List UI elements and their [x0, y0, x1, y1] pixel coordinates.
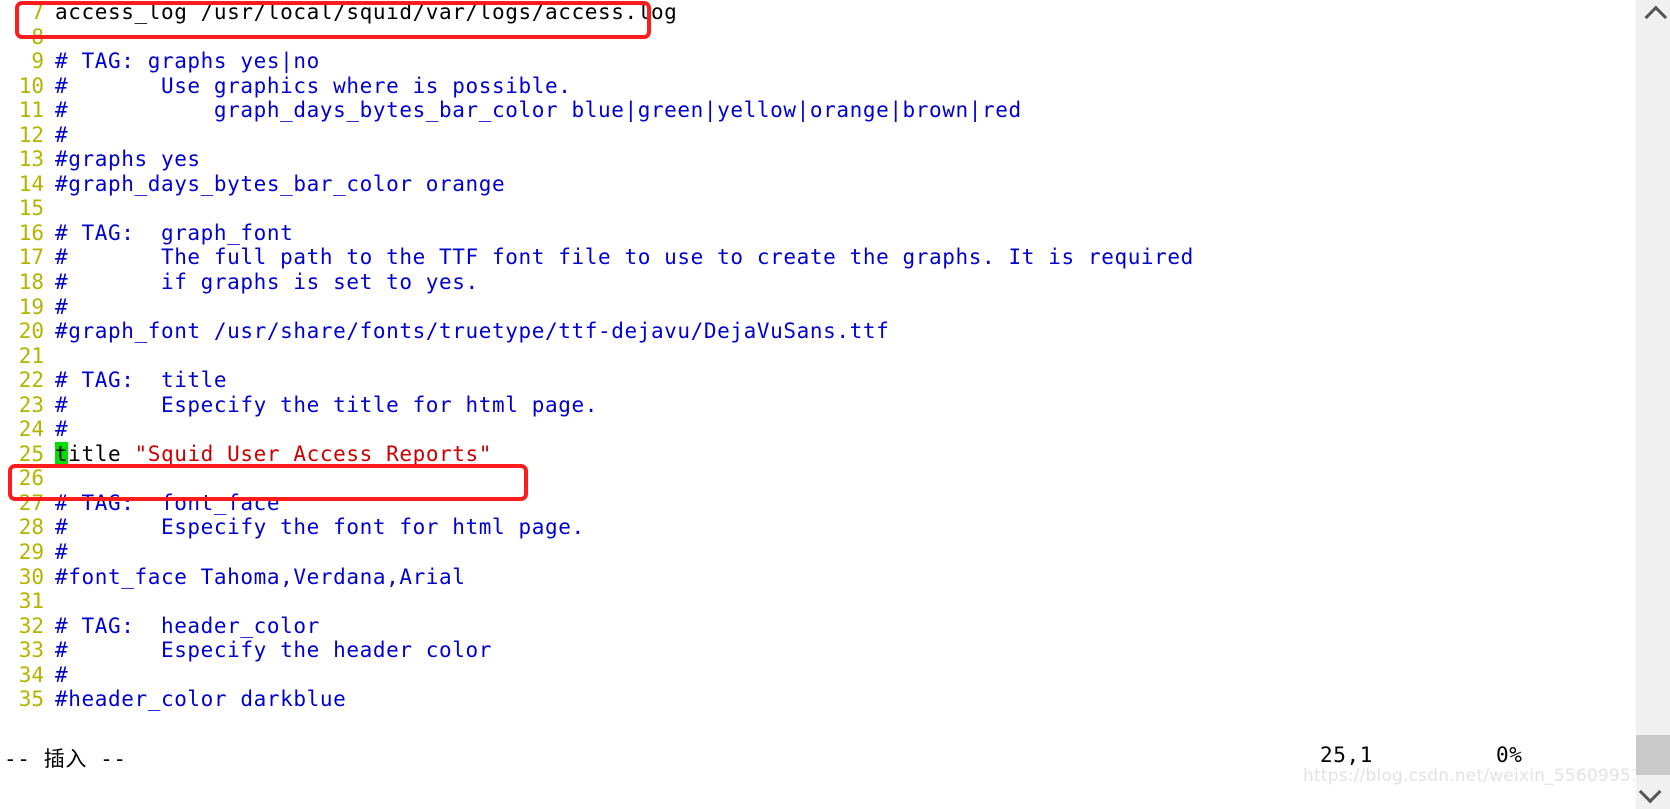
- line-number: 27: [18, 490, 44, 515]
- line-number: 16: [18, 220, 44, 245]
- code-line[interactable]: 24 #: [0, 417, 1636, 442]
- code-line[interactable]: 21: [0, 344, 1636, 369]
- editor-mode-indicator: -- 插入 --: [4, 747, 127, 771]
- code-line[interactable]: 26: [0, 466, 1636, 491]
- code-line[interactable]: 12 #: [0, 123, 1636, 148]
- line-content: #: [55, 662, 69, 687]
- line-number: 13: [18, 147, 44, 172]
- line-content: # TAG: graphs yes|no: [55, 49, 320, 74]
- line-content: # Especify the font for html page.: [55, 515, 585, 540]
- line-content: #graph_days_bytes_bar_color orange: [55, 171, 506, 196]
- cursor-position-indicator: 25,1: [1320, 743, 1373, 767]
- code-line[interactable]: 33 # Especify the header color: [0, 638, 1636, 663]
- line-content: #graph_font /usr/share/fonts/truetype/tt…: [55, 319, 890, 344]
- line-content: # Especify the title for html page.: [55, 392, 598, 417]
- line-content: # Especify the header color: [55, 638, 493, 663]
- code-line[interactable]: 15: [0, 196, 1636, 221]
- code-line[interactable]: 27 # TAG: font_face: [0, 491, 1636, 516]
- line-content: #graphs yes: [55, 147, 201, 172]
- line-number: 11: [18, 98, 44, 123]
- line-number: 15: [18, 196, 44, 221]
- code-line[interactable]: 19 #: [0, 295, 1636, 320]
- code-line-active[interactable]: 25 title "Squid User Access Reports": [0, 441, 1636, 467]
- code-line[interactable]: 22 # TAG: title: [0, 368, 1636, 393]
- line-number: 20: [18, 319, 44, 344]
- line-number: 9: [31, 49, 44, 74]
- chevron-down-icon[interactable]: [1636, 775, 1670, 809]
- line-number: 19: [18, 294, 44, 319]
- line-content: # TAG: font_face: [55, 490, 281, 515]
- line-number: 17: [18, 245, 44, 270]
- line-number: 22: [18, 368, 44, 393]
- line-number: 35: [18, 687, 44, 712]
- line-content: # TAG: title: [55, 368, 228, 393]
- code-line[interactable]: 8: [0, 25, 1636, 50]
- line-content: # The full path to the TTF font file to …: [55, 245, 1194, 270]
- line-content: # graph_days_bytes_bar_color blue|green|…: [55, 98, 1022, 123]
- config-keyword: itle: [68, 441, 135, 466]
- scrollbar-thumb[interactable]: [1636, 735, 1670, 775]
- line-content: # Use graphics where is possible.: [55, 73, 572, 98]
- code-line[interactable]: 11 # graph_days_bytes_bar_color blue|gre…: [0, 98, 1636, 123]
- line-content: #: [55, 417, 69, 442]
- line-content: # if graphs is set to yes.: [55, 270, 479, 295]
- line-number: 12: [18, 122, 44, 147]
- code-line[interactable]: 20 #graph_font /usr/share/fonts/truetype…: [0, 319, 1636, 344]
- code-line[interactable]: 9 # TAG: graphs yes|no: [0, 49, 1636, 74]
- line-content: # TAG: graph_font: [55, 220, 294, 245]
- code-line[interactable]: 16 # TAG: graph_font: [0, 221, 1636, 246]
- line-number: 26: [18, 466, 44, 491]
- code-line[interactable]: 18 # if graphs is set to yes.: [0, 270, 1636, 295]
- code-line[interactable]: 14 #graph_days_bytes_bar_color orange: [0, 172, 1636, 197]
- text-cursor: t: [55, 441, 69, 466]
- code-line[interactable]: 29 #: [0, 540, 1636, 565]
- config-string-value: "Squid User Access Reports": [134, 441, 493, 466]
- line-number: 33: [18, 638, 44, 663]
- line-number: 32: [18, 613, 44, 638]
- line-content: title "Squid User Access Reports": [55, 441, 493, 467]
- code-line[interactable]: 35 #header_color darkblue: [0, 687, 1636, 712]
- code-text-area[interactable]: 7 access_log /usr/local/squid/var/logs/a…: [0, 0, 1636, 745]
- line-number: 7: [31, 0, 44, 24]
- line-content: #: [55, 122, 69, 147]
- line-number: 34: [18, 662, 44, 687]
- vim-editor-window: 7 access_log /usr/local/squid/var/logs/a…: [0, 0, 1670, 809]
- code-line[interactable]: 17 # The full path to the TTF font file …: [0, 245, 1636, 270]
- code-line[interactable]: 13 #graphs yes: [0, 147, 1636, 172]
- code-line[interactable]: 28 # Especify the font for html page.: [0, 515, 1636, 540]
- code-line[interactable]: 31: [0, 589, 1636, 614]
- code-line[interactable]: 7 access_log /usr/local/squid/var/logs/a…: [0, 0, 1636, 25]
- code-line[interactable]: 10 # Use graphics where is possible.: [0, 74, 1636, 99]
- code-line[interactable]: 34 #: [0, 663, 1636, 688]
- line-number: 28: [18, 515, 44, 540]
- line-number: 29: [18, 540, 44, 565]
- line-number: 8: [31, 24, 44, 49]
- line-number: 31: [18, 589, 44, 614]
- line-content: #font_face Tahoma,Verdana,Arial: [55, 564, 466, 589]
- line-content: #header_color darkblue: [55, 687, 347, 712]
- code-line[interactable]: 30 #font_face Tahoma,Verdana,Arial: [0, 565, 1636, 590]
- scroll-percent-indicator: 0%: [1496, 743, 1523, 767]
- line-number: 23: [18, 392, 44, 417]
- line-number: 30: [18, 564, 44, 589]
- vertical-scrollbar[interactable]: [1635, 0, 1670, 809]
- line-number: 10: [18, 73, 44, 98]
- watermark-text: https://blog.csdn.net/weixin_55609951: [1303, 766, 1642, 786]
- line-number: 25: [18, 441, 44, 466]
- chevron-up-icon[interactable]: [1636, 0, 1670, 34]
- line-content: #: [55, 294, 69, 319]
- line-number: 14: [18, 171, 44, 196]
- line-content: access_log /usr/local/squid/var/logs/acc…: [55, 0, 678, 24]
- line-number: 21: [18, 343, 44, 368]
- line-number: 24: [18, 417, 44, 442]
- code-line[interactable]: 23 # Especify the title for html page.: [0, 393, 1636, 418]
- line-content: # TAG: header_color: [55, 613, 320, 638]
- line-content: #: [55, 540, 69, 565]
- line-number: 18: [18, 270, 44, 295]
- code-line[interactable]: 32 # TAG: header_color: [0, 614, 1636, 639]
